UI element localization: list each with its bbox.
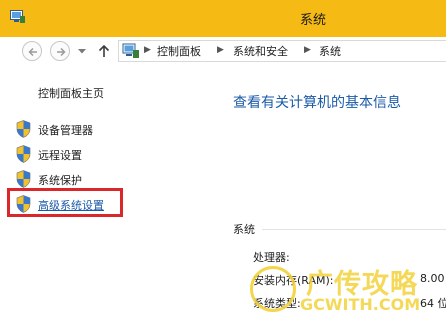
- shield-icon: [16, 120, 31, 138]
- breadcrumb-control-panel[interactable]: 控制面板: [157, 43, 201, 59]
- section-title-system: 系统: [233, 223, 255, 236]
- back-arrow-icon: [28, 47, 37, 57]
- control-panel-icon: [122, 43, 139, 58]
- highlight-annotation-box: [7, 188, 123, 217]
- window-title: 系统: [300, 13, 327, 28]
- control-panel-home-link[interactable]: 控制面板主页: [38, 85, 104, 101]
- title-bar: 系统: [0, 0, 446, 37]
- sidebar-item-device-manager[interactable]: 设备管理器: [14, 119, 194, 139]
- breadcrumb-separator[interactable]: ▶: [217, 45, 224, 55]
- forward-arrow-icon: [57, 47, 66, 57]
- shield-icon: [16, 170, 31, 188]
- system-properties-icon: [10, 10, 25, 23]
- up-arrow-icon[interactable]: [98, 44, 110, 58]
- sidebar-item-label: 系统保护: [38, 174, 82, 187]
- left-pane: 控制面板主页 设备管理器 远程设置 系统保护 高级系统设置: [0, 65, 215, 319]
- forward-button[interactable]: [50, 41, 70, 61]
- breadcrumb-system-security[interactable]: 系统和安全: [233, 43, 288, 59]
- sidebar-item-system-protection[interactable]: 系统保护: [14, 169, 194, 189]
- navigation-bar: ▶ 控制面板 ▶ 系统和安全 ▶ 系统: [0, 37, 446, 65]
- watermark: 广传攻略 GCWITH.COM: [250, 262, 446, 319]
- sidebar-item-label: 远程设置: [38, 149, 82, 162]
- breadcrumb-system[interactable]: 系统: [319, 43, 341, 59]
- address-bar[interactable]: ▶ 控制面板 ▶ 系统和安全 ▶ 系统: [118, 40, 446, 62]
- watermark-url: GCWITH.COM: [300, 295, 421, 314]
- section-divider: [262, 229, 446, 230]
- breadcrumb-separator[interactable]: ▶: [144, 45, 151, 55]
- breadcrumb-separator[interactable]: ▶: [304, 45, 311, 55]
- page-title: 查看有关计算机的基本信息: [233, 95, 401, 111]
- sidebar-item-label: 设备管理器: [38, 124, 93, 137]
- sidebar-item-remote-settings[interactable]: 远程设置: [14, 144, 194, 164]
- chevron-down-icon[interactable]: [78, 49, 86, 54]
- back-button[interactable]: [22, 41, 42, 61]
- watermark-logo: [250, 266, 296, 312]
- shield-icon: [16, 145, 31, 163]
